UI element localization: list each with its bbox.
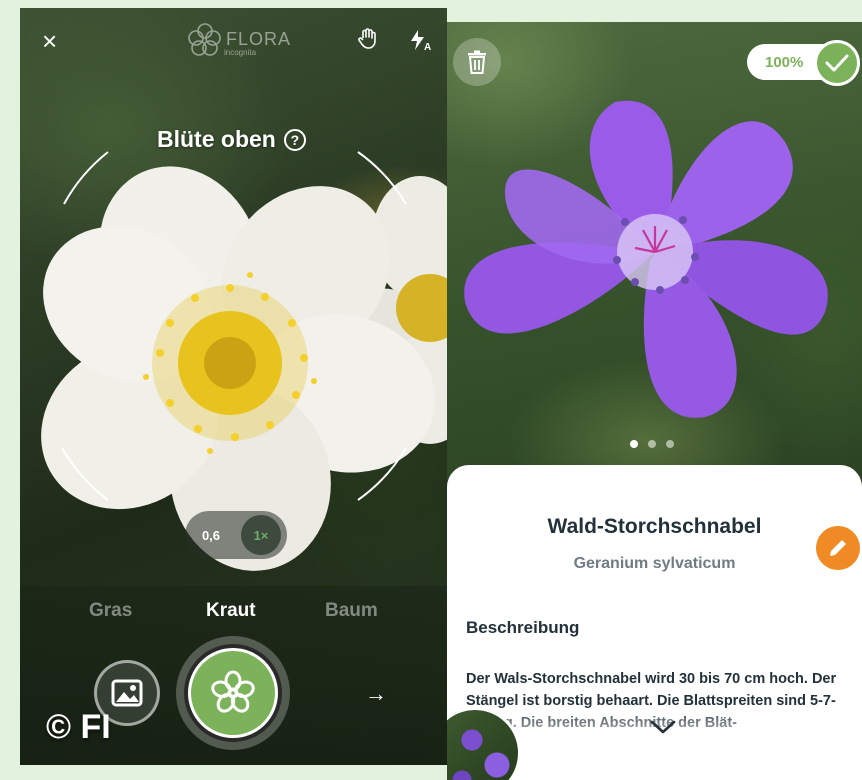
result-screen: 100% Wald-Storchschnabel Geranium sylvat… <box>447 22 862 780</box>
carousel-dot[interactable] <box>666 440 674 448</box>
delete-button[interactable] <box>453 38 501 86</box>
edit-pencil-icon <box>830 540 846 556</box>
help-icon[interactable]: ? <box>283 128 306 151</box>
confidence-value: 100% <box>765 53 804 71</box>
close-icon: × <box>42 26 58 56</box>
carousel-dot[interactable] <box>630 440 638 448</box>
check-icon <box>825 54 849 72</box>
flash-auto-button[interactable]: A <box>408 28 434 56</box>
flower-shutter-icon <box>211 670 255 713</box>
shutter-inner <box>184 644 282 742</box>
capture-hint: Blüte oben ? <box>157 126 306 153</box>
flash-auto-icon: A <box>411 30 431 53</box>
gallery-icon <box>111 679 143 707</box>
hand-icon <box>358 28 376 49</box>
carousel-dot[interactable] <box>648 440 656 448</box>
confirm-button[interactable] <box>814 40 860 86</box>
tab-gras[interactable]: Gras <box>89 600 132 622</box>
trash-icon <box>468 50 486 74</box>
shutter-button[interactable] <box>176 636 290 750</box>
zoom-selector: 0,6 1× <box>185 511 287 559</box>
white-flower-photo <box>41 166 447 571</box>
close-button[interactable]: × <box>42 28 57 54</box>
zoom-0-6-button[interactable]: 0,6 <box>191 515 231 555</box>
chevron-down-icon <box>650 720 676 734</box>
logo-name: FLORA <box>226 28 292 49</box>
expand-button[interactable] <box>650 719 676 740</box>
shutter-core <box>191 651 275 735</box>
camera-screen: × FLORA incognita A Blüte oben ? 0,6 1× … <box>20 8 447 765</box>
section-title: Beschreibung <box>466 618 580 637</box>
copyright-watermark: © FI <box>46 708 111 746</box>
hint-title: Blüte oben <box>157 126 276 152</box>
arrow-right-icon[interactable]: → <box>365 681 387 707</box>
hand-button[interactable] <box>358 28 378 54</box>
edit-button[interactable] <box>816 526 860 570</box>
svg-text:A: A <box>424 42 431 52</box>
flora-logo-icon <box>188 23 221 56</box>
purple-flower-photo <box>464 100 828 418</box>
plant-name: Wald-Storchschnabel <box>547 515 762 538</box>
logo-subtitle: incognita <box>224 48 257 57</box>
app-logo: FLORA incognita <box>188 22 292 57</box>
tab-kraut[interactable]: Kraut <box>206 600 256 622</box>
zoom-1x-button[interactable]: 1× <box>241 515 281 555</box>
carousel-indicator <box>630 440 674 448</box>
plant-latin-name: Geranium sylvaticum <box>573 555 736 572</box>
tab-baum[interactable]: Baum <box>325 600 378 622</box>
